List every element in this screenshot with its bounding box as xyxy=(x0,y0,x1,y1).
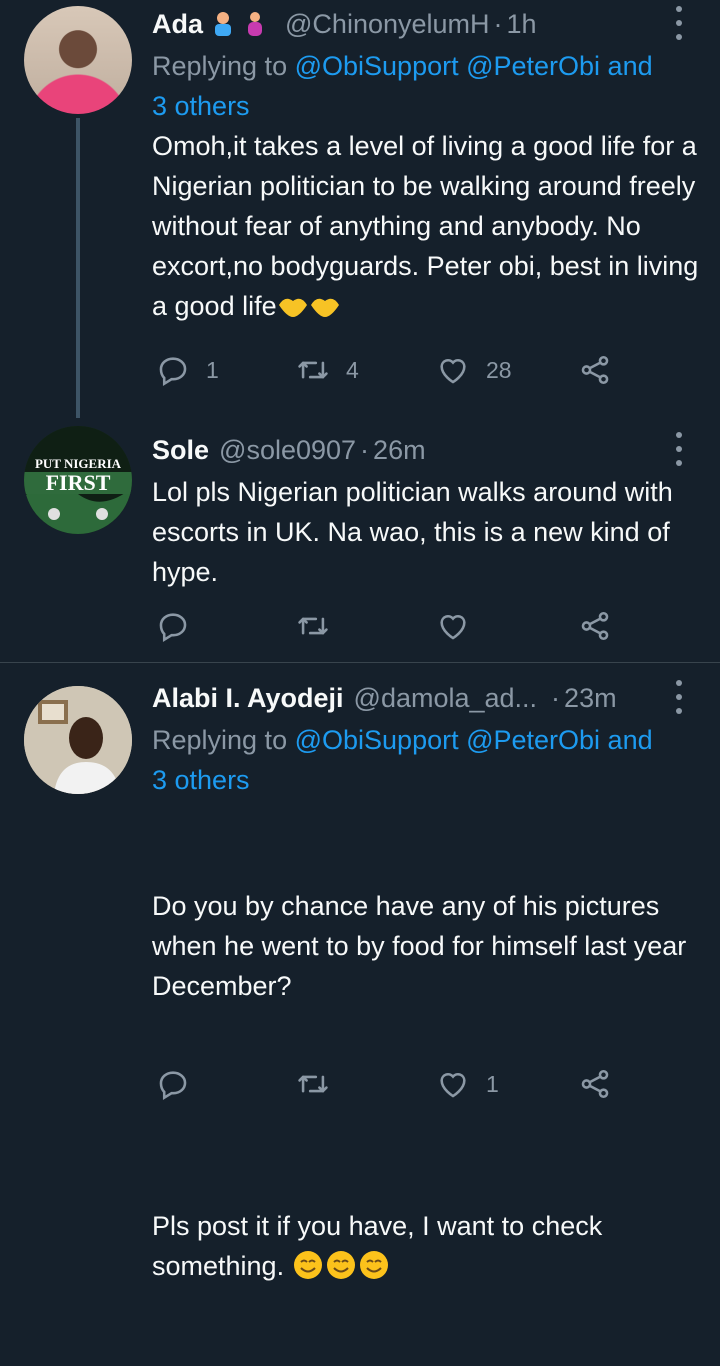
retweet-icon xyxy=(298,1075,328,1093)
retweet-icon xyxy=(298,617,328,635)
avatar-text-top: PUT NIGERIA xyxy=(35,456,122,471)
timestamp[interactable]: 26m xyxy=(373,435,426,466)
replying-mentions[interactable]: @ObiSupport @PeterObi and xyxy=(295,725,653,755)
reply-button[interactable]: 1 xyxy=(156,350,219,390)
share-button[interactable] xyxy=(578,350,612,390)
share-icon xyxy=(581,1069,609,1099)
retweet-icon xyxy=(298,361,328,379)
like-count: 1 xyxy=(486,1070,499,1097)
name-emoji-icons xyxy=(211,10,275,38)
reply-icon xyxy=(159,613,187,643)
retweet-button[interactable]: 4 xyxy=(296,350,359,390)
reply-button[interactable] xyxy=(156,1064,190,1104)
replying-to: Replying to @ObiSupport @PeterObi and 3 … xyxy=(152,720,704,800)
share-icon xyxy=(581,355,609,385)
tweet-text: Omoh,it takes a level of living a good l… xyxy=(152,126,704,326)
like-button[interactable] xyxy=(436,606,470,646)
handle[interactable]: @damola_ad... xyxy=(354,683,538,714)
handle[interactable]: @sole0907 xyxy=(219,435,356,466)
smile-emoji-icon xyxy=(292,1251,392,1281)
retweet-button[interactable] xyxy=(296,606,330,646)
tweet-alabi[interactable]: Alabi I. Ayodeji @damola_ad... · 23m Rep… xyxy=(0,674,720,1281)
share-button[interactable] xyxy=(578,1064,612,1104)
more-icon[interactable] xyxy=(676,6,684,40)
display-name[interactable]: Alabi I. Ayodeji xyxy=(152,683,344,714)
separator: · xyxy=(493,8,503,39)
avatar[interactable] xyxy=(24,686,132,794)
like-icon xyxy=(440,1072,466,1098)
reply-icon xyxy=(159,357,187,387)
reply-icon xyxy=(159,1071,187,1101)
like-count: 28 xyxy=(486,356,512,383)
like-button[interactable]: 28 xyxy=(436,350,512,390)
timestamp[interactable]: 23m xyxy=(564,683,617,714)
avatar-text-main: FIRST xyxy=(46,470,111,495)
share-icon xyxy=(581,611,609,641)
share-button[interactable] xyxy=(578,606,612,646)
display-name[interactable]: Sole xyxy=(152,435,209,466)
tweet-header: Sole @sole0907 · 26m xyxy=(152,428,704,472)
separator: · xyxy=(360,434,370,465)
separator: · xyxy=(551,682,561,713)
more-icon[interactable] xyxy=(676,680,684,714)
tweet-header: Ada @ChinonyelumH · 1h xyxy=(152,2,704,46)
retweet-button[interactable] xyxy=(296,1064,330,1104)
like-icon xyxy=(440,358,466,384)
reply-count: 1 xyxy=(206,356,219,383)
replying-prefix: Replying to xyxy=(152,725,288,755)
timestamp[interactable]: 1h xyxy=(507,9,537,40)
replying-prefix: Replying to xyxy=(152,51,288,81)
tweet-text-body: Omoh,it takes a level of living a good l… xyxy=(152,131,706,321)
replying-others[interactable]: 3 others xyxy=(152,765,250,795)
heart-hands-emoji-icon xyxy=(277,291,341,321)
avatar[interactable]: PUT NIGERIA FIRST xyxy=(24,426,132,534)
tweet-text-paragraph-2: Pls post it if you have, I want to check… xyxy=(152,1206,704,1286)
replying-others[interactable]: 3 others xyxy=(152,91,250,121)
retweet-count: 4 xyxy=(346,356,359,383)
replying-mentions[interactable]: @ObiSupport @PeterObi and xyxy=(295,51,653,81)
handle[interactable]: @ChinonyelumH xyxy=(285,9,490,40)
tweet-header: Alabi I. Ayodeji @damola_ad... · 23m xyxy=(152,676,704,720)
reply-button[interactable] xyxy=(156,606,190,646)
tweet-text: Lol pls Nigerian politician walks around… xyxy=(152,477,681,587)
like-button[interactable]: 1 xyxy=(436,1064,499,1104)
divider xyxy=(0,662,720,663)
tweet-sole[interactable]: PUT NIGERIA FIRST Sole @sole0907 · 26m L… xyxy=(0,420,720,662)
more-icon[interactable] xyxy=(676,432,684,466)
avatar[interactable] xyxy=(24,6,132,114)
like-icon xyxy=(440,614,466,640)
replying-to: Replying to @ObiSupport @PeterObi and 3 … xyxy=(152,46,704,126)
tweet-text-paragraph-1: Do you by chance have any of his picture… xyxy=(152,891,694,1001)
tweet-ada[interactable]: Ada @ChinonyelumH · 1h Replying to @ObiS… xyxy=(0,0,720,418)
display-name[interactable]: Ada xyxy=(152,9,203,40)
